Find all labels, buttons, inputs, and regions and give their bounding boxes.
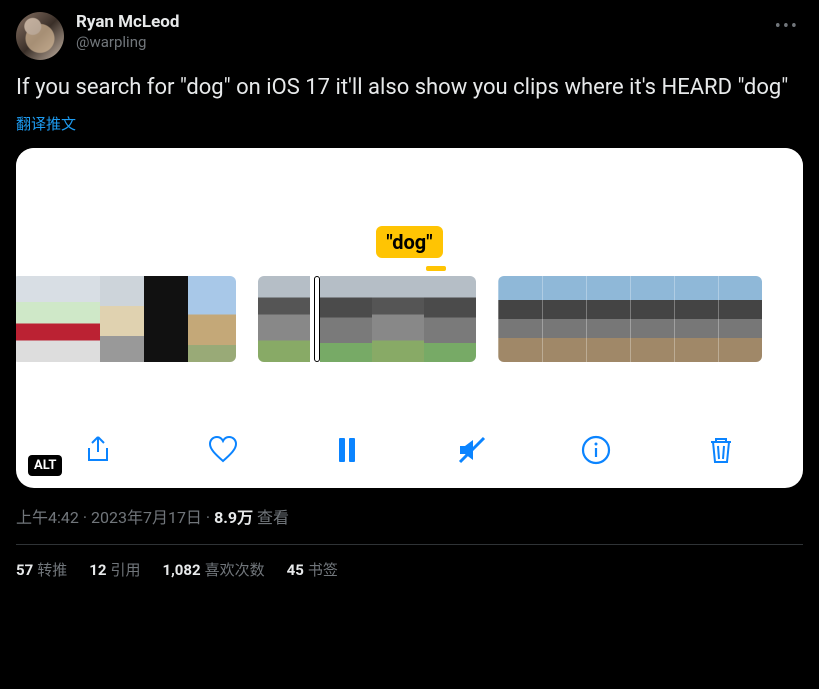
quotes-stat[interactable]: 12引用 [89,559,140,580]
share-icon [82,434,114,466]
media-card[interactable]: "dog" [16,148,803,488]
pause-button[interactable] [327,430,367,470]
more-button[interactable]: ••• [771,12,803,41]
tweet-header: Ryan McLeod @warpling ••• [16,12,803,60]
pause-icon [331,434,363,466]
views-count: 8.9万 [214,508,253,527]
video-frame [586,276,630,362]
tweet-time: 上午4:42 [16,508,79,527]
bookmarks-stat[interactable]: 45书签 [287,559,338,580]
video-frame [498,276,542,362]
video-frame [188,276,236,362]
search-label-row: "dog" [16,226,803,258]
video-frame [100,276,144,362]
divider [16,544,803,545]
retweets-stat[interactable]: 57转推 [16,559,67,580]
timeline-marker [426,266,446,271]
search-term-label: "dog" [376,226,442,258]
video-frame [424,276,476,362]
share-button[interactable] [78,430,118,470]
video-frame [56,276,100,362]
likes-stat[interactable]: 1,082喜欢次数 [162,559,264,580]
trash-icon [705,434,737,466]
tweet-date: 2023年7月17日 [91,508,202,527]
delete-button[interactable] [701,430,741,470]
translate-link[interactable]: 翻译推文 [16,113,803,134]
video-frame [542,276,586,362]
video-clip[interactable] [498,276,762,362]
stats-row: 57转推 12引用 1,082喜欢次数 45书签 [16,559,803,580]
info-icon [580,434,612,466]
video-frame [674,276,718,362]
alt-badge[interactable]: ALT [28,455,62,476]
tweet-container: Ryan McLeod @warpling ••• If you search … [0,0,819,580]
video-clip-current[interactable] [258,276,476,362]
mute-icon [456,434,488,466]
video-frame [320,276,372,362]
info-button[interactable] [576,430,616,470]
video-clip[interactable] [16,276,236,362]
media-wrapper: "dog" [16,148,803,488]
video-frame [258,276,310,362]
views-label: 查看 [257,508,289,527]
avatar[interactable] [16,12,64,60]
display-name: Ryan McLeod [76,12,179,33]
tweet-meta[interactable]: 上午4:42 · 2023年7月17日 · 8.9万 查看 [16,504,803,528]
video-frame [16,276,56,362]
video-filmstrip[interactable] [16,276,803,362]
like-button[interactable] [203,430,243,470]
author-names[interactable]: Ryan McLeod @warpling [76,12,179,52]
video-frame [372,276,424,362]
video-frame [718,276,762,362]
media-toolbar [16,430,803,470]
heart-icon [207,434,239,466]
tweet-text: If you search for "dog" on iOS 17 it'll … [16,74,803,103]
video-frame [144,276,188,362]
mute-button[interactable] [452,430,492,470]
video-frame [630,276,674,362]
handle: @warpling [76,33,179,52]
